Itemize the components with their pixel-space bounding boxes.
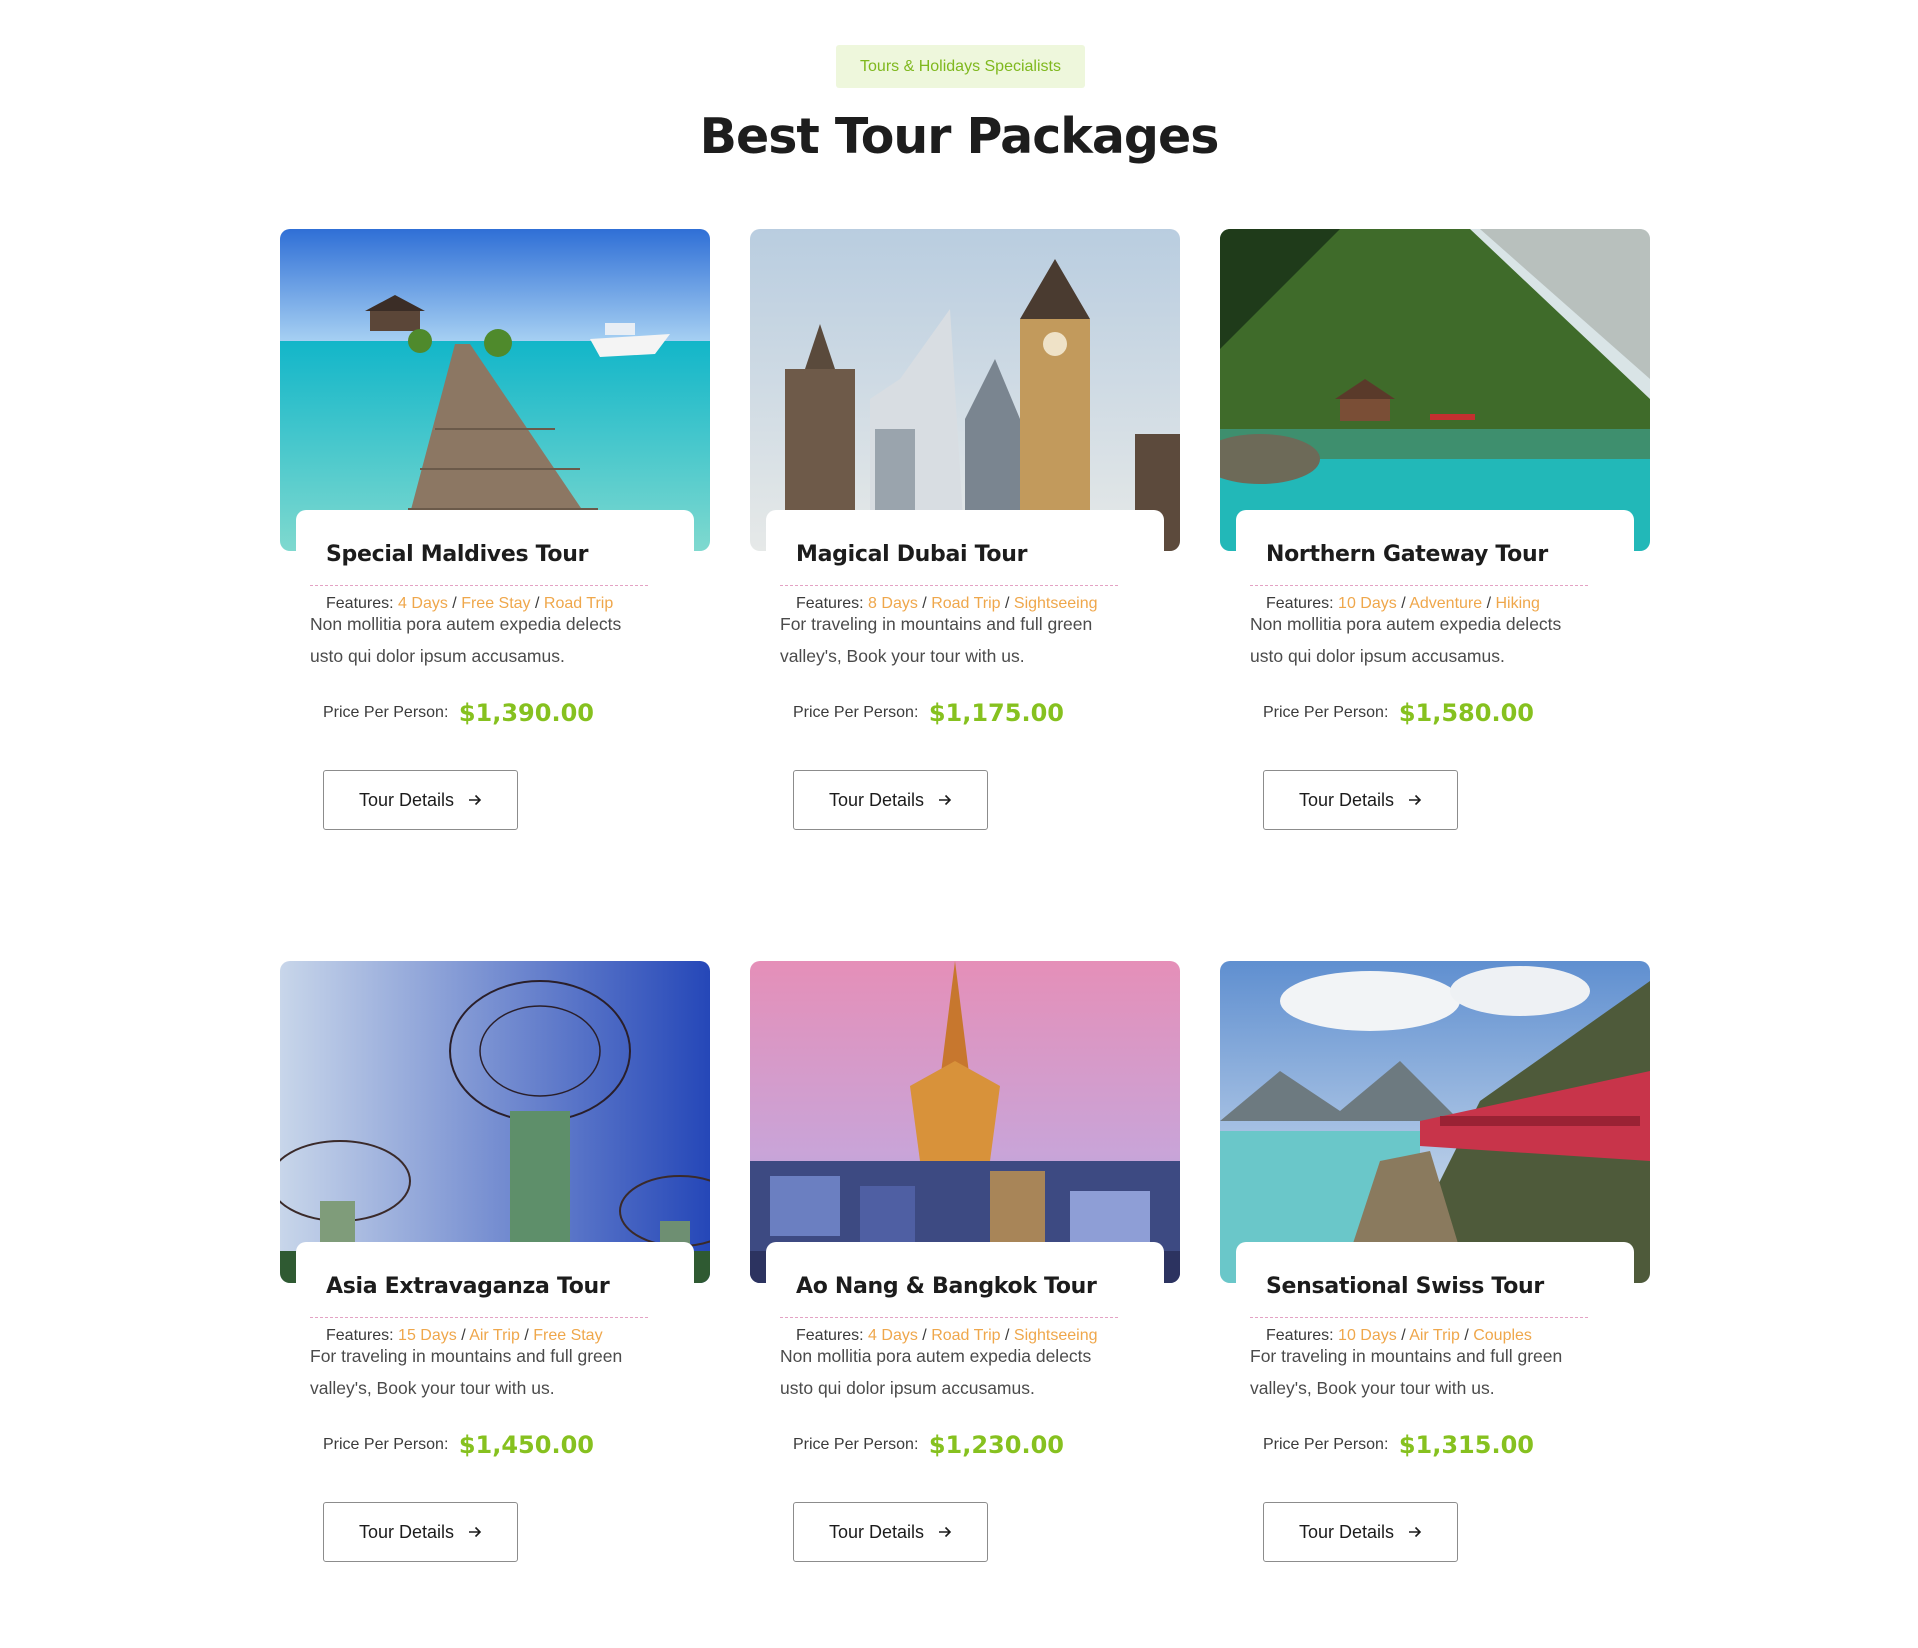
price-label: Price Per Person: xyxy=(323,704,449,721)
tour-details-label: Tour Details xyxy=(1298,789,1395,810)
tour-details-button[interactable]: Tour Details xyxy=(323,770,518,830)
tour-description: For traveling in mountains and full gree… xyxy=(310,1346,623,1398)
card-divider xyxy=(1250,585,1588,586)
tour-image-dubai[interactable] xyxy=(750,229,1180,551)
price-value: $1,450.00 xyxy=(458,1431,594,1459)
card-divider xyxy=(310,585,648,586)
section-badge: Tours & Holidays Specialists xyxy=(836,45,1085,88)
tour-title[interactable]: Special Maldives Tour xyxy=(326,542,588,567)
tour-description: Non mollitia pora autem expedia delects … xyxy=(1250,614,1562,666)
tour-title[interactable]: Magical Dubai Tour xyxy=(796,542,1027,567)
tour-details-label: Tour Details xyxy=(1298,1521,1395,1542)
tour-details-button[interactable]: Tour Details xyxy=(1263,770,1458,830)
arrow-right-icon xyxy=(939,1526,952,1538)
tour-image-maldives[interactable] xyxy=(280,229,710,551)
price-label: Price Per Person: xyxy=(1263,1436,1389,1453)
tour-details-button[interactable]: Tour Details xyxy=(323,1502,518,1562)
arrow-right-icon xyxy=(1409,1526,1422,1538)
tour-details-label: Tour Details xyxy=(828,1521,925,1542)
tour-description: For traveling in mountains and full gree… xyxy=(1250,1346,1563,1398)
card-divider xyxy=(310,1317,648,1318)
price-label: Price Per Person: xyxy=(793,1436,919,1453)
tour-details-label: Tour Details xyxy=(358,789,455,810)
tour-title[interactable]: Ao Nang & Bangkok Tour xyxy=(796,1274,1097,1299)
price-row: Price Per Person: $1,175.00 xyxy=(793,699,1064,727)
tour-details-label: Tour Details xyxy=(828,789,925,810)
tour-card: Sensational Swiss Tour Features: 10 Days… xyxy=(1220,961,1650,1611)
tour-image-supertrees[interactable] xyxy=(280,961,710,1283)
tour-details-button[interactable]: Tour Details xyxy=(793,770,988,830)
tour-details-button[interactable]: Tour Details xyxy=(1263,1502,1458,1562)
tour-card: Ao Nang & Bangkok Tour Features: 4 Days … xyxy=(750,961,1180,1611)
price-value: $1,175.00 xyxy=(928,699,1064,727)
card-divider xyxy=(780,1317,1118,1318)
tour-card: Special Maldives Tour Features: 4 Days /… xyxy=(280,229,710,879)
price-value: $1,230.00 xyxy=(928,1431,1064,1459)
tour-card: Asia Extravaganza Tour Features: 15 Days… xyxy=(280,961,710,1611)
arrow-right-icon xyxy=(469,1526,482,1538)
tour-description: Non mollitia pora autem expedia delects … xyxy=(310,614,622,666)
arrow-right-icon xyxy=(1409,794,1422,806)
price-value: $1,315.00 xyxy=(1398,1431,1534,1459)
tour-details-label: Tour Details xyxy=(358,1521,455,1542)
arrow-right-icon xyxy=(939,794,952,806)
tour-title[interactable]: Sensational Swiss Tour xyxy=(1266,1274,1544,1299)
price-value: $1,580.00 xyxy=(1398,699,1534,727)
tour-card: Northern Gateway Tour Features: 10 Days … xyxy=(1220,229,1650,879)
tour-image-swiss-train[interactable] xyxy=(1220,961,1650,1283)
price-label: Price Per Person: xyxy=(1263,704,1389,721)
tour-details-button[interactable]: Tour Details xyxy=(793,1502,988,1562)
arrow-right-icon xyxy=(469,794,482,806)
tour-image-mountain-lake[interactable] xyxy=(1220,229,1650,551)
tour-description: For traveling in mountains and full gree… xyxy=(780,614,1093,666)
price-row: Price Per Person: $1,315.00 xyxy=(1263,1431,1534,1459)
price-row: Price Per Person: $1,230.00 xyxy=(793,1431,1064,1459)
tour-description: Non mollitia pora autem expedia delects … xyxy=(780,1346,1092,1398)
price-row: Price Per Person: $1,450.00 xyxy=(323,1431,594,1459)
price-label: Price Per Person: xyxy=(323,1436,449,1453)
price-label: Price Per Person: xyxy=(793,704,919,721)
tour-title[interactable]: Northern Gateway Tour xyxy=(1266,542,1548,567)
card-divider xyxy=(1250,1317,1588,1318)
tour-title[interactable]: Asia Extravaganza Tour xyxy=(326,1274,610,1299)
price-value: $1,390.00 xyxy=(458,699,594,727)
card-divider xyxy=(780,585,1118,586)
price-row: Price Per Person: $1,390.00 xyxy=(323,699,594,727)
tour-card: Magical Dubai Tour Features: 8 Days / Ro… xyxy=(750,229,1180,879)
price-row: Price Per Person: $1,580.00 xyxy=(1263,699,1534,727)
tour-image-bangkok[interactable] xyxy=(750,961,1180,1283)
section-title: Best Tour Packages xyxy=(699,108,1220,165)
